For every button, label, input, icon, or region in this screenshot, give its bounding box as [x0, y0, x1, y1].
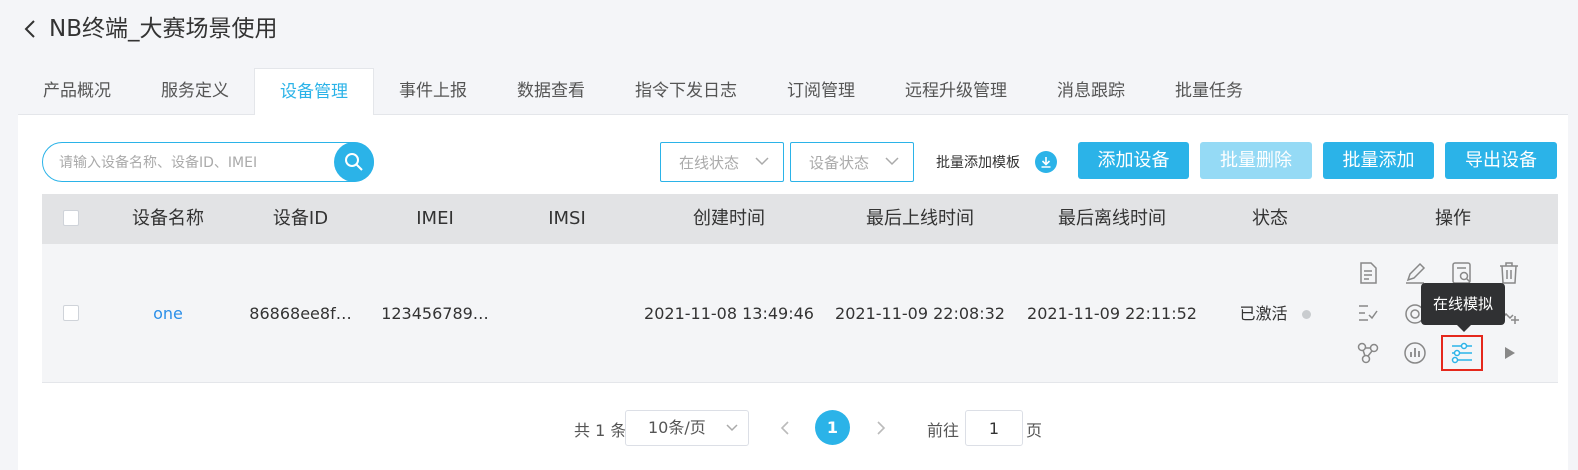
imsi-cell — [517, 244, 617, 383]
tab-subscription[interactable]: 订阅管理 — [762, 68, 880, 115]
document-icon[interactable] — [1353, 258, 1383, 288]
header: NB终端_大赛场景使用 — [0, 0, 1578, 62]
goto-page-input[interactable] — [965, 410, 1023, 446]
tab-product-overview[interactable]: 产品概况 — [18, 68, 136, 115]
page: NB终端_大赛场景使用 产品概况 服务定义 设备管理 事件上报 数据查看 指令下… — [0, 0, 1578, 470]
pagination-total: 共 1 条 — [574, 421, 627, 440]
column-header: 设备ID — [272, 208, 329, 229]
batch-template-label[interactable]: 批量添加模板 — [936, 152, 1020, 172]
column-header: 状态 — [1252, 208, 1288, 229]
batch-add-button[interactable]: 批量添加 — [1323, 142, 1434, 179]
tab-data-view[interactable]: 数据查看 — [492, 68, 610, 115]
row-checkbox[interactable] — [63, 305, 79, 321]
export-devices-button[interactable]: 导出设备 — [1445, 142, 1557, 179]
created-time-cell: 2021-11-08 13:49:46 — [644, 304, 814, 323]
simulate-tooltip: 在线模拟 — [1421, 283, 1505, 332]
column-header: 最后上线时间 — [866, 208, 974, 229]
status-text: 已激活 — [1239, 304, 1288, 323]
online-status-placeholder: 在线状态 — [679, 153, 740, 172]
back-arrow-icon[interactable] — [20, 18, 40, 40]
goto-label: 前往 — [927, 421, 960, 440]
tab-message-trace[interactable]: 消息跟踪 — [1032, 68, 1150, 115]
chevron-left-icon — [780, 421, 789, 435]
page-unit-label: 页 — [1026, 421, 1043, 440]
table-header: 设备名称 设备ID IMEI IMSI 创建时间 最后上线时间 最后离线时间 状… — [42, 194, 1558, 244]
page-size-select[interactable]: 10条/页 — [625, 410, 749, 446]
column-header: 最后离线时间 — [1058, 208, 1166, 229]
device-panel: 在线状态 设备状态 批量添加模板 添加设备 批量删除 批量添加 导出设备 设备名… — [18, 115, 1568, 470]
device-id-cell: 86868ee8f… — [249, 304, 352, 323]
tab-service-definition[interactable]: 服务定义 — [136, 68, 254, 115]
tab-device-management[interactable]: 设备管理 — [254, 68, 374, 116]
tab-bar: 产品概况 服务定义 设备管理 事件上报 数据查看 指令下发日志 订阅管理 远程升… — [18, 68, 1568, 116]
download-icon[interactable] — [1035, 151, 1057, 173]
tab-remote-upgrade[interactable]: 远程升级管理 — [880, 68, 1032, 115]
imei-cell: 123456789… — [381, 304, 489, 323]
batch-delete-button[interactable]: 批量删除 — [1200, 142, 1312, 179]
search-button[interactable] — [334, 142, 374, 182]
prev-page-button[interactable] — [776, 417, 796, 439]
tab-batch-task[interactable]: 批量任务 — [1150, 68, 1268, 115]
device-name-link[interactable]: one — [112, 244, 224, 383]
select-all-checkbox[interactable] — [63, 210, 79, 226]
search-icon — [345, 153, 363, 171]
column-header: 设备名称 — [132, 208, 204, 229]
last-online-cell: 2021-11-09 22:08:32 — [835, 304, 1005, 323]
last-offline-cell: 2021-11-09 22:11:52 — [1027, 304, 1197, 323]
chevron-down-icon — [726, 424, 738, 432]
column-header: 创建时间 — [693, 208, 765, 229]
next-page-button[interactable] — [870, 417, 890, 439]
add-device-button[interactable]: 添加设备 — [1078, 142, 1189, 179]
chevron-down-icon — [885, 157, 899, 166]
search-input[interactable] — [59, 152, 329, 174]
play-icon[interactable] — [1494, 338, 1524, 368]
chart-icon[interactable] — [1400, 338, 1430, 368]
simulate-online-button[interactable] — [1441, 335, 1483, 371]
device-status-placeholder: 设备状态 — [809, 153, 870, 172]
search-box — [42, 142, 374, 182]
page-title: NB终端_大赛场景使用 — [49, 16, 278, 42]
chevron-right-icon — [877, 421, 886, 435]
simulate-icon — [1451, 342, 1472, 364]
status-dot — [1301, 310, 1311, 319]
tab-event-report[interactable]: 事件上报 — [374, 68, 492, 115]
checklist-icon[interactable] — [1353, 299, 1383, 329]
device-status-select[interactable]: 设备状态 — [790, 142, 914, 182]
page-size-value: 10条/页 — [648, 418, 706, 437]
chevron-down-icon — [755, 157, 769, 166]
tab-command-log[interactable]: 指令下发日志 — [610, 68, 762, 115]
table-row: one 86868ee8f… 123456789… 2021-11-08 13:… — [42, 244, 1558, 383]
page-number-current[interactable]: 1 — [815, 410, 850, 445]
topology-icon[interactable] — [1353, 338, 1383, 368]
column-header: 操作 — [1435, 208, 1471, 229]
column-header: IMEI — [416, 208, 454, 229]
online-status-select[interactable]: 在线状态 — [660, 142, 784, 182]
column-header: IMSI — [548, 208, 586, 229]
status-cell: 已激活 — [1225, 244, 1325, 383]
